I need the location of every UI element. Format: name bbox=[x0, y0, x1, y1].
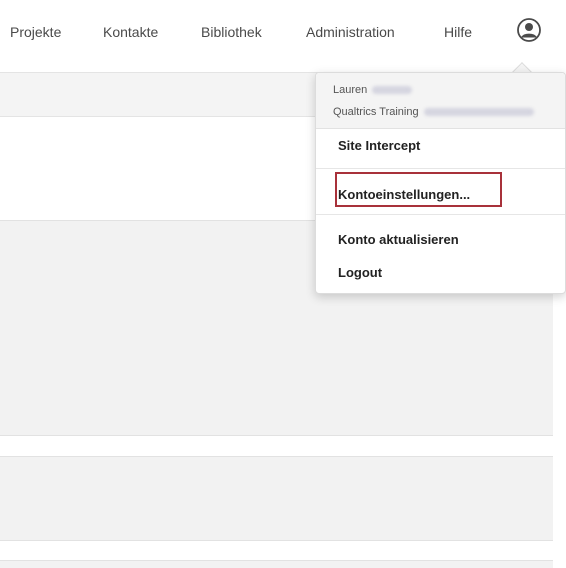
redacted-last-name bbox=[372, 86, 413, 95]
user-name: Lauren bbox=[333, 84, 413, 96]
menu-divider bbox=[316, 214, 565, 215]
menu-item-site-intercept[interactable]: Site Intercept bbox=[338, 138, 420, 153]
user-organization: Qualtrics Training bbox=[333, 106, 534, 118]
account-menu: Lauren Qualtrics Training Site Intercept… bbox=[315, 72, 566, 294]
menu-divider bbox=[316, 168, 565, 169]
menu-item-upgrade-account[interactable]: Konto aktualisieren bbox=[338, 232, 459, 247]
menu-item-account-settings[interactable]: Kontoeinstellungen... bbox=[338, 187, 470, 202]
nav-administration[interactable]: Administration bbox=[306, 24, 395, 40]
redacted-account-info bbox=[423, 108, 534, 117]
user-circle-icon bbox=[517, 18, 541, 42]
nav-hilfe[interactable]: Hilfe bbox=[444, 24, 472, 40]
organization-name: Qualtrics Training bbox=[333, 106, 419, 118]
nav-bibliothek[interactable]: Bibliothek bbox=[201, 24, 262, 40]
nav-projekte[interactable]: Projekte bbox=[10, 24, 61, 40]
content-panel bbox=[0, 456, 553, 541]
menu-item-logout[interactable]: Logout bbox=[338, 265, 382, 280]
content-spacer bbox=[0, 436, 553, 456]
user-avatar-button[interactable] bbox=[516, 17, 542, 43]
content-spacer bbox=[0, 541, 553, 560]
user-first-name: Lauren bbox=[333, 84, 368, 96]
nav-kontakte[interactable]: Kontakte bbox=[103, 24, 158, 40]
content-panel bbox=[0, 560, 553, 568]
top-navigation: Projekte Kontakte Bibliothek Administrat… bbox=[0, 0, 566, 72]
account-menu-header: Lauren Qualtrics Training bbox=[316, 73, 565, 129]
